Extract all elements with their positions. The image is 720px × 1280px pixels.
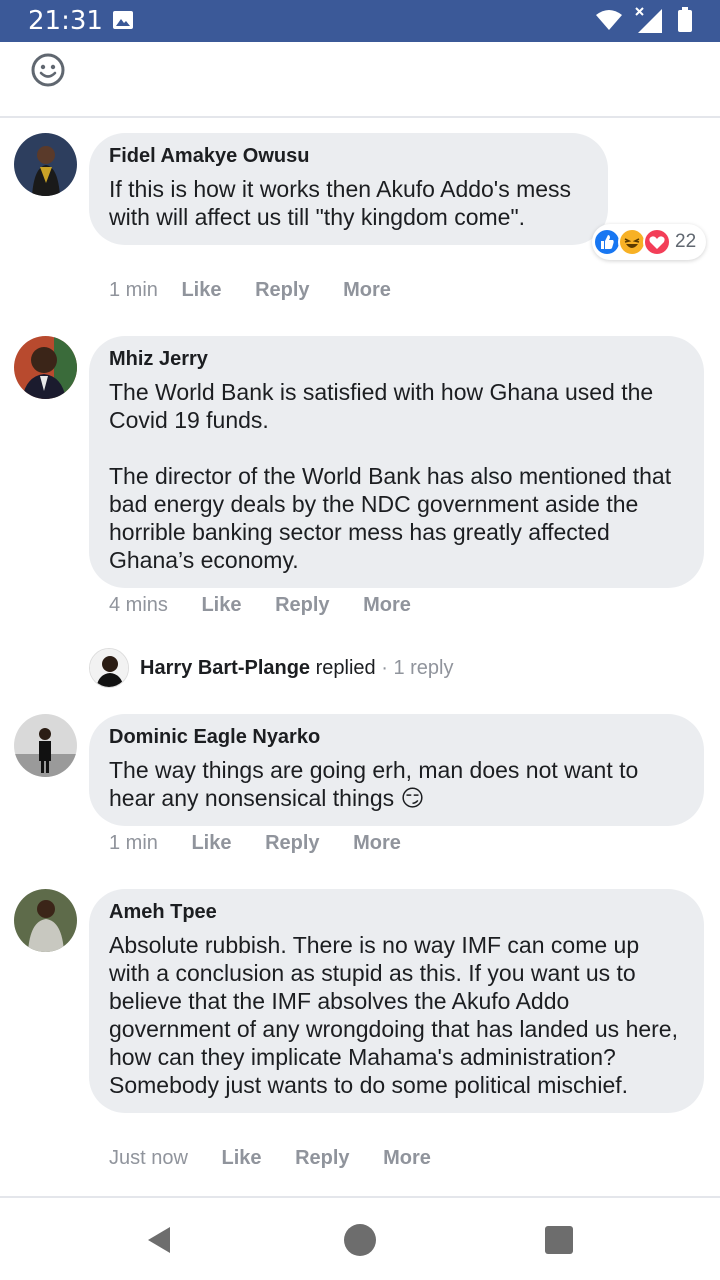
comment-text: The World Bank is satisfied with how Gha… [109, 379, 672, 573]
reply-verb: replied [315, 657, 376, 679]
comment-text: If this is how it works then Akufo Addo'… [109, 176, 578, 230]
comment-time: 1 min [109, 279, 158, 301]
signal-icon [635, 7, 662, 33]
comment-author[interactable]: Ameh Tpee [109, 900, 684, 924]
replies-summary[interactable]: Harry Bart-Plange replied · 1 reply [140, 656, 454, 680]
reaction-count: 22 [675, 231, 697, 252]
love-reaction-icon [643, 228, 671, 256]
replies-preview[interactable]: Harry Bart-Plange replied · 1 reply [0, 648, 720, 692]
more-button[interactable]: More [363, 593, 411, 617]
comment-bubble[interactable]: Ameh Tpee Absolute rubbish. There is no … [89, 889, 704, 1113]
status-time: 21:31 [28, 6, 103, 36]
comment-author[interactable]: Fidel Amakye Owusu [109, 144, 588, 168]
reply-count[interactable]: 1 reply [393, 657, 453, 679]
like-button[interactable]: Like [191, 831, 231, 855]
avatar[interactable] [14, 714, 77, 777]
reaction-summary[interactable]: 22 [592, 224, 706, 260]
comment-bubble[interactable]: Mhiz Jerry The World Bank is satisfied w… [89, 336, 704, 588]
more-button[interactable]: More [353, 831, 401, 855]
reply-avatar [89, 648, 129, 688]
emoji-icon[interactable] [30, 52, 66, 88]
comment-toolbar [0, 42, 720, 118]
haha-reaction-icon [618, 228, 646, 256]
avatar[interactable] [14, 336, 77, 399]
reply-author[interactable]: Harry Bart-Plange [140, 657, 310, 679]
more-button[interactable]: More [383, 1146, 431, 1170]
battery-icon [678, 7, 692, 32]
reply-button[interactable]: Reply [265, 831, 319, 855]
reply-button[interactable]: Reply [255, 278, 309, 302]
comment-bubble[interactable]: Dominic Eagle Nyarko The way things are … [89, 714, 704, 826]
image-icon [113, 11, 133, 29]
comment-actions: 1 min Like Reply More [109, 831, 429, 855]
comment-text: The way things are going erh, man does n… [109, 757, 645, 811]
like-button[interactable]: Like [222, 1146, 262, 1170]
recents-icon[interactable] [545, 1226, 573, 1254]
comment-bubble[interactable]: Fidel Amakye Owusu If this is how it wor… [89, 133, 608, 245]
comment-author[interactable]: Mhiz Jerry [109, 347, 684, 371]
comment-actions: 1 min Like Reply More [109, 278, 419, 302]
avatar[interactable] [14, 133, 77, 196]
like-button[interactable]: Like [201, 593, 241, 617]
like-reaction-icon [593, 228, 621, 256]
comment-text: Absolute rubbish. There is no way IMF ca… [109, 932, 685, 1098]
home-icon[interactable] [344, 1224, 376, 1256]
reply-button[interactable]: Reply [275, 593, 329, 617]
comment-time: Just now [109, 1147, 188, 1169]
comment-author[interactable]: Dominic Eagle Nyarko [109, 725, 684, 749]
reply-separator: · [381, 657, 388, 679]
comment-actions: 4 mins Like Reply More [109, 593, 439, 617]
more-button[interactable]: More [343, 278, 391, 302]
reply-button[interactable]: Reply [295, 1146, 349, 1170]
like-button[interactable]: Like [181, 278, 221, 302]
comment-actions: Just now Like Reply More [109, 1146, 459, 1170]
avatar[interactable] [14, 889, 77, 952]
status-bar: 21:31 [0, 0, 720, 42]
system-nav-bar [0, 1196, 720, 1280]
back-icon[interactable] [146, 1225, 172, 1255]
wifi-icon [596, 10, 622, 30]
comment-time: 1 min [109, 832, 158, 854]
comment-time: 4 mins [109, 594, 168, 616]
